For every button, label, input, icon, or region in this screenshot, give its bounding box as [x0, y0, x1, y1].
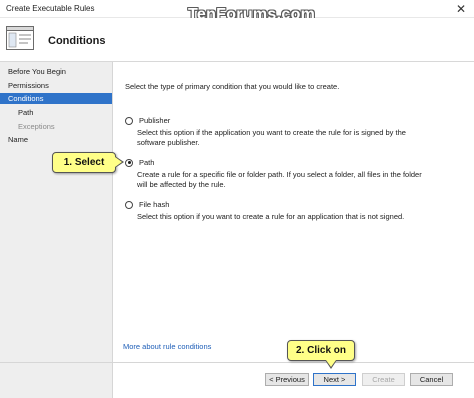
- cancel-button[interactable]: Cancel: [410, 373, 453, 386]
- sidebar-item-conditions[interactable]: Conditions: [0, 93, 112, 104]
- path-label[interactable]: Path: [139, 158, 154, 167]
- path-radio[interactable]: [125, 158, 133, 167]
- publisher-radio[interactable]: [125, 116, 133, 125]
- select-callout-arrow-fill: [115, 157, 122, 167]
- close-icon[interactable]: ✕: [448, 0, 474, 17]
- wizard-page-icon: [6, 26, 34, 50]
- create-button[interactable]: Create: [362, 373, 405, 386]
- sidebar-item-path[interactable]: Path: [0, 107, 112, 118]
- next-button[interactable]: Next >: [313, 373, 356, 386]
- publisher-option[interactable]: Publisher: [125, 116, 170, 125]
- file-hash-label[interactable]: File hash: [139, 200, 169, 209]
- sidebar-item-exceptions[interactable]: Exceptions: [0, 121, 112, 132]
- path-description: Create a rule for a specific file or fol…: [137, 170, 422, 189]
- footer-divider: [0, 362, 474, 363]
- intro-text: Select the type of primary condition tha…: [125, 82, 340, 91]
- page-header: Conditions: [0, 18, 474, 62]
- sidebar-item-before-you-begin[interactable]: Before You Begin: [0, 66, 112, 77]
- file-hash-option[interactable]: File hash: [125, 200, 169, 209]
- select-callout: 1. Select: [52, 152, 116, 173]
- publisher-description: Select this option if the application yo…: [137, 128, 406, 147]
- click-callout-arrow-fill: [326, 360, 336, 367]
- file-hash-description: Select this option if you want to create…: [137, 212, 405, 221]
- sidebar-item-permissions[interactable]: Permissions: [0, 80, 112, 91]
- publisher-label[interactable]: Publisher: [139, 116, 170, 125]
- page-title: Conditions: [48, 35, 106, 47]
- path-option[interactable]: Path: [125, 158, 154, 167]
- previous-button[interactable]: < Previous: [265, 373, 309, 386]
- wizard-steps-sidebar: Before You Begin Permissions Conditions …: [0, 62, 113, 398]
- click-callout: 2. Click on: [287, 340, 355, 361]
- file-hash-radio[interactable]: [125, 200, 133, 209]
- more-about-rule-conditions-link[interactable]: More about rule conditions: [123, 342, 211, 351]
- window-title: Create Executable Rules: [6, 4, 95, 13]
- sidebar-item-name[interactable]: Name: [0, 134, 112, 145]
